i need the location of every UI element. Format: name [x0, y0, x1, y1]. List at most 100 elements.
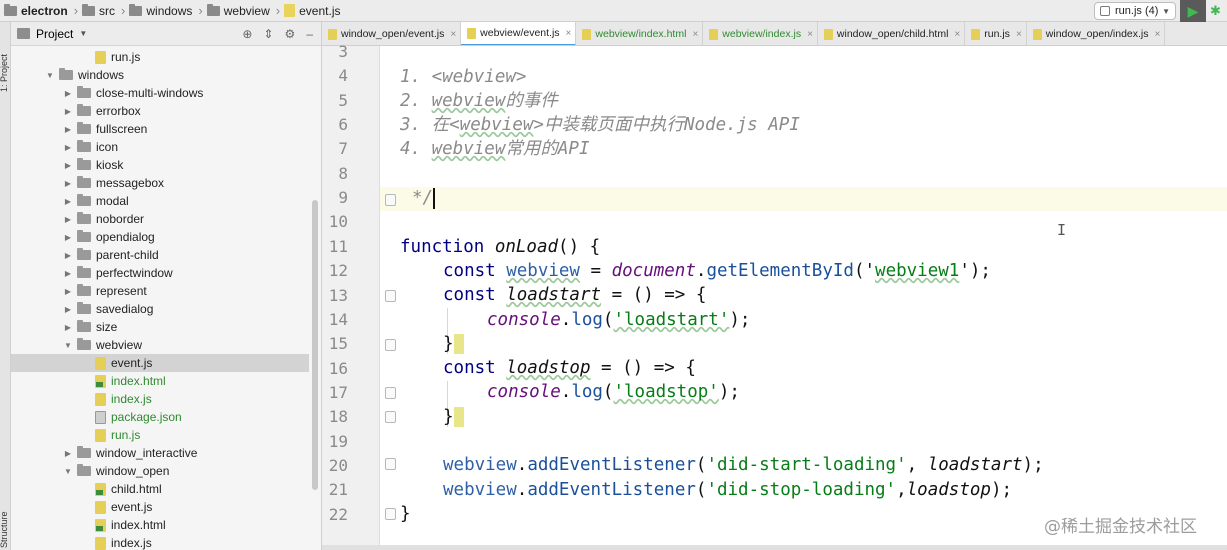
tree-folder-item[interactable]: ▼ webview	[11, 336, 309, 354]
chevron-right-icon[interactable]: ▶	[63, 323, 73, 332]
tree-folder-item[interactable]: ▶ opendialog	[11, 228, 309, 246]
breadcrumb-item[interactable]: webview ›	[203, 0, 280, 22]
chevron-right-icon[interactable]: ▶	[63, 251, 73, 260]
fold-marker[interactable]	[385, 458, 396, 470]
project-tool-window-tab[interactable]: 1: Project	[0, 32, 9, 92]
chevron-right-icon[interactable]: ▶	[63, 143, 73, 152]
locate-icon[interactable]: ⊕	[242, 27, 252, 41]
line-number: 17	[328, 382, 348, 402]
chevron-right-icon[interactable]: ▶	[63, 287, 73, 296]
close-icon[interactable]: ×	[566, 28, 572, 39]
editor-tab[interactable]: window_open/index.js ×	[1027, 22, 1166, 45]
close-icon[interactable]: ×	[1155, 29, 1161, 40]
chevron-right-icon[interactable]: ▶	[63, 107, 73, 116]
tree-file-item[interactable]: event.js	[11, 354, 309, 372]
tree-folder-item[interactable]: ▼ window_open	[11, 462, 309, 480]
code-editor[interactable]: 3 4 5 6 7 8 9 10 11 12 13 14 15 16 17 18 19 20 21 22 1. <we…	[322, 42, 1227, 550]
chevron-down-icon[interactable]: ▼	[79, 29, 87, 38]
fold-marker[interactable]	[385, 290, 396, 302]
tree-file-item[interactable]: package.json	[11, 408, 309, 426]
tree-file-item[interactable]: index.html	[11, 372, 309, 390]
fold-marker[interactable]	[385, 339, 396, 351]
punctuation: () {	[558, 237, 601, 257]
structure-tool-window-tab[interactable]: Structure	[0, 511, 9, 548]
chevron-right-icon[interactable]: ▶	[63, 449, 73, 458]
tree-file-item[interactable]: index.js	[11, 534, 309, 550]
folder-icon	[77, 140, 91, 152]
tree-folder-item[interactable]: ▶ modal	[11, 192, 309, 210]
chevron-right-icon[interactable]: ▶	[63, 179, 73, 188]
chevron-right-icon[interactable]: ▶	[63, 233, 73, 242]
chevron-right-icon[interactable]: ▶	[63, 305, 73, 314]
close-icon[interactable]: ×	[1016, 29, 1022, 40]
js-file-icon	[95, 500, 106, 514]
chevron-down-icon[interactable]: ▼	[45, 71, 55, 80]
close-icon[interactable]: ×	[807, 29, 813, 40]
run-button[interactable]: ▶	[1180, 0, 1206, 22]
editor-tab[interactable]: webview/index.js ×	[703, 22, 818, 45]
breadcrumb-item[interactable]: windows ›	[125, 0, 203, 22]
chevron-down-icon[interactable]: ▼	[63, 467, 73, 476]
file-icon	[1032, 28, 1042, 40]
editor-tab[interactable]: run.js ×	[965, 22, 1027, 45]
comment-text: webview	[431, 91, 506, 111]
tree-folder-item[interactable]: ▶ fullscreen	[11, 120, 309, 138]
gear-icon[interactable]: ⚙	[285, 27, 296, 41]
tree-item-label: close-multi-windows	[96, 86, 204, 100]
editor-tab[interactable]: webview/event.js ×	[461, 22, 577, 45]
tree-folder-item[interactable]: ▶ messagebox	[11, 174, 309, 192]
tree-folder-item[interactable]: ▶ icon	[11, 138, 309, 156]
breadcrumb-item[interactable]: event.js	[280, 0, 340, 22]
tree-folder-item[interactable]: ▶ errorbox	[11, 102, 309, 120]
close-icon[interactable]: ×	[450, 29, 456, 40]
breadcrumb-item[interactable]: src ›	[78, 0, 125, 22]
fold-marker[interactable]	[385, 411, 396, 423]
tree-folder-item[interactable]: ▼ windows	[11, 66, 309, 84]
fold-marker[interactable]	[385, 387, 396, 399]
breadcrumb-item[interactable]: electron ›	[0, 0, 78, 22]
chevron-right-icon[interactable]: ▶	[63, 89, 73, 98]
hide-icon[interactable]: –	[306, 27, 313, 41]
chevron-down-icon[interactable]: ▼	[63, 341, 73, 350]
fold-marker[interactable]	[385, 508, 396, 520]
tree-item-label: index.html	[111, 518, 166, 532]
chevron-right-icon[interactable]: ▶	[63, 215, 73, 224]
tree-folder-item[interactable]: ▶ size	[11, 318, 309, 336]
tree-folder-item[interactable]: ▶ savedialog	[11, 300, 309, 318]
collapse-icon[interactable]: ⇕	[263, 27, 273, 41]
tree-folder-item[interactable]: ▶ noborder	[11, 210, 309, 228]
close-icon[interactable]: ×	[692, 29, 698, 40]
fold-marker[interactable]	[385, 194, 396, 206]
tree-file-item[interactable]: index.js	[11, 390, 309, 408]
tree-folder-item[interactable]: ▶ perfectwindow	[11, 264, 309, 282]
close-icon[interactable]: ×	[954, 29, 960, 40]
editor-tab[interactable]: window_open/child.html ×	[818, 22, 966, 45]
string-literal: webview1	[875, 261, 960, 281]
tree-folder-item[interactable]: ▶ kiosk	[11, 156, 309, 174]
chevron-right-icon[interactable]: ▶	[63, 161, 73, 170]
tree-file-item[interactable]: child.html	[11, 480, 309, 498]
tree-folder-item[interactable]: ▶ close-multi-windows	[11, 84, 309, 102]
tree-folder-item[interactable]: ▶ parent-child	[11, 246, 309, 264]
run-configuration-select[interactable]: run.js (4) ▼	[1094, 2, 1176, 20]
tree-file-item[interactable]: event.js	[11, 498, 309, 516]
ide-window: electron › src › windows › webview › event.js ru…	[0, 0, 1227, 550]
line-number: 6	[338, 115, 348, 135]
breadcrumb-label: electron	[21, 3, 68, 18]
chevron-right-icon[interactable]: ▶	[63, 269, 73, 278]
arrow-function: = () => {	[601, 285, 707, 305]
debug-button[interactable]: ✱	[1210, 3, 1224, 19]
chevron-right-icon[interactable]: ▶	[63, 125, 73, 134]
tree-folder-item[interactable]: ▶ window_interactive	[11, 444, 309, 462]
tree-file-item[interactable]: index.html	[11, 516, 309, 534]
editor-horizontal-scrollbar[interactable]	[322, 545, 1227, 550]
editor-tab[interactable]: webview/index.html ×	[576, 22, 704, 45]
chevron-right-icon[interactable]: ▶	[63, 197, 73, 206]
tree-file-item[interactable]: run.js	[11, 48, 309, 66]
project-scrollbar[interactable]	[312, 200, 318, 490]
project-panel-title[interactable]: Project	[36, 27, 73, 41]
tree-file-item[interactable]: run.js	[11, 426, 309, 444]
tree-item-label: errorbox	[96, 104, 141, 118]
tree-folder-item[interactable]: ▶ represent	[11, 282, 309, 300]
brace-match-highlight	[453, 407, 465, 427]
